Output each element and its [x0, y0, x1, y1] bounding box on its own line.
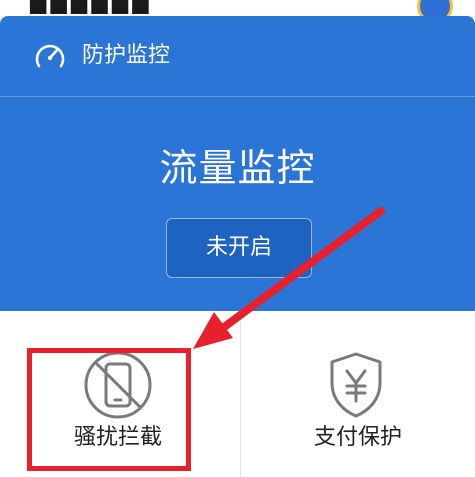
- hero-section: 防护监控 流量监控 未开启: [0, 16, 475, 311]
- panel-title: 防护监控: [82, 43, 171, 68]
- yuan-shield-icon: [330, 352, 382, 418]
- tile-label: 支付保护: [313, 425, 402, 450]
- tile-payment-protection[interactable]: 支付保护: [241, 311, 475, 477]
- background-avatar: [417, 0, 453, 16]
- gauge-icon: [35, 44, 65, 68]
- feature-title: 流量监控: [159, 146, 316, 190]
- enable-status-button[interactable]: 未开启: [166, 218, 312, 278]
- annotation-highlight-box: [27, 348, 191, 471]
- background-app-text: ▉▉▉▉▉▉: [30, 0, 153, 14]
- panel-header: 防护监控: [0, 16, 475, 97]
- background-app-strip: ▉▉▉▉▉▉: [0, 0, 475, 16]
